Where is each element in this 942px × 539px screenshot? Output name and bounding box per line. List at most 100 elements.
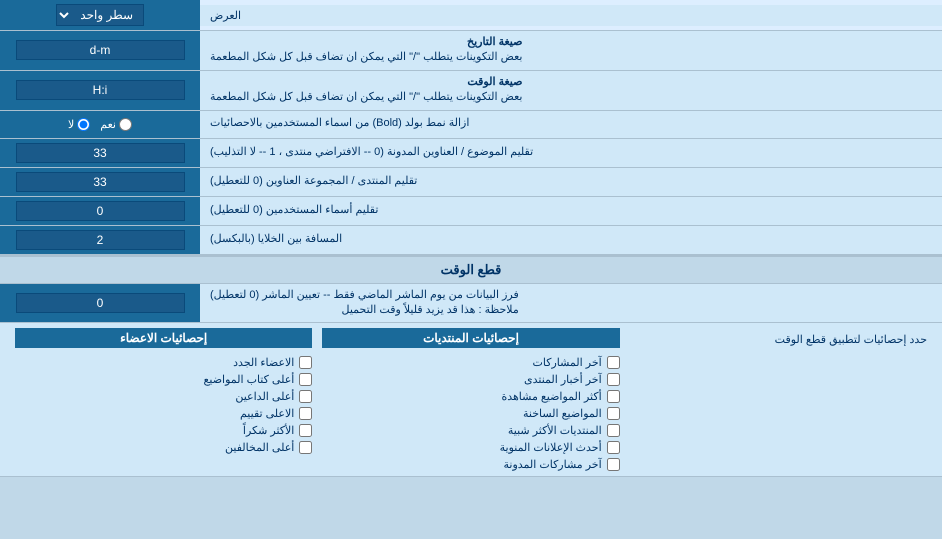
checkbox-most-similar[interactable] bbox=[607, 424, 620, 437]
cutoff-desc-line2: ملاحظة : هذا قد يزيد قليلاً وقت التحميل bbox=[210, 303, 519, 318]
bold-radio-row: ازالة نمط بولد (Bold) من اسماء المستخدمي… bbox=[0, 111, 942, 139]
cutoff-section-header: قطع الوقت bbox=[0, 255, 942, 284]
usernames-input[interactable] bbox=[16, 201, 185, 221]
stats-limit-label-area: حدد إحصائيات لتطبيق قطع الوقت bbox=[625, 328, 932, 346]
checkbox-item: آخر أخبار المنتدى bbox=[322, 373, 619, 386]
checkbox-label: الأكثر شكراً bbox=[243, 424, 294, 437]
checkbox-label: المواضيع الساخنة bbox=[523, 407, 602, 420]
checkboxes-col2: إحصائيات الاعضاء الاعضاء الجدد أعلى كتاب… bbox=[10, 328, 317, 454]
checkbox-item: آخر المشاركات bbox=[322, 356, 619, 369]
stats-limit-label: حدد إحصائيات لتطبيق قطع الوقت bbox=[630, 333, 927, 346]
checkbox-most-viewed[interactable] bbox=[607, 390, 620, 403]
radio-no-label[interactable]: لا bbox=[68, 118, 90, 131]
checkbox-label: أعلى المخالفين bbox=[225, 441, 294, 454]
checkbox-blog-posts[interactable] bbox=[607, 458, 620, 471]
checkbox-label: آخر مشاركات المدونة bbox=[504, 458, 602, 471]
cutoff-row: فرز البيانات من يوم الماشر الماضي فقط --… bbox=[0, 284, 942, 324]
bold-desc: ازالة نمط بولد (Bold) من اسماء المستخدمي… bbox=[200, 111, 942, 138]
checkbox-label: المنتديات الأكثر شبية bbox=[508, 424, 602, 437]
spacing-input[interactable] bbox=[16, 230, 185, 250]
cutoff-input[interactable] bbox=[16, 293, 185, 313]
date-format-input-container bbox=[0, 31, 200, 70]
forum-titles-label: تقليم المنتدى / المجموعة العناوين (0 للت… bbox=[210, 174, 417, 189]
checkbox-latest-announcements[interactable] bbox=[607, 441, 620, 454]
col2-header: إحصائيات الاعضاء bbox=[15, 328, 312, 348]
date-format-hint: بعض التكوينات يتطلب "/" التي يمكن ان تضا… bbox=[210, 50, 522, 65]
main-container: العرض سطر واحد سطرين ثلاثة أسطر صيغة الت… bbox=[0, 0, 942, 477]
checkboxes-col1: إحصائيات المنتديات آخر المشاركات آخر أخب… bbox=[317, 328, 624, 471]
checkbox-label: آخر المشاركات bbox=[533, 356, 602, 369]
usernames-row: تقليم أسماء المستخدمين (0 للتعطيل) bbox=[0, 197, 942, 226]
time-format-desc: صيغة الوقت بعض التكوينات يتطلب "/" التي … bbox=[200, 71, 942, 110]
checkbox-item: أكثر المواضيع مشاهدة bbox=[322, 390, 619, 403]
radio-no-text: لا bbox=[68, 118, 74, 131]
display-dropdown[interactable]: سطر واحد سطرين ثلاثة أسطر bbox=[56, 4, 144, 26]
checkbox-item: آخر مشاركات المدونة bbox=[322, 458, 619, 471]
checkbox-item: المواضيع الساخنة bbox=[322, 407, 619, 420]
checkbox-label: أعلى كتاب المواضيع bbox=[204, 373, 295, 386]
titles-label: تقليم الموضوع / العناوين المدونة (0 -- ا… bbox=[210, 145, 533, 160]
checkbox-new-members[interactable] bbox=[299, 356, 312, 369]
radio-yes-label[interactable]: نعم bbox=[100, 118, 132, 131]
checkbox-label: أحدث الإعلانات المنوية bbox=[500, 441, 602, 454]
date-format-desc: صيغة التاريخ بعض التكوينات يتطلب "/" الت… bbox=[200, 31, 942, 70]
top-row-left: سطر واحد سطرين ثلاثة أسطر bbox=[0, 0, 200, 30]
checkbox-item: أحدث الإعلانات المنوية bbox=[322, 441, 619, 454]
checkbox-label: آخر أخبار المنتدى bbox=[524, 373, 602, 386]
forum-titles-desc: تقليم المنتدى / المجموعة العناوين (0 للت… bbox=[200, 168, 942, 196]
checkbox-item: أعلى كتاب المواضيع bbox=[15, 373, 312, 386]
bold-radio-options: نعم لا bbox=[0, 111, 200, 138]
checkbox-item: الأكثر شكراً bbox=[15, 424, 312, 437]
date-format-input[interactable] bbox=[16, 40, 185, 60]
bold-label: ازالة نمط بولد (Bold) من اسماء المستخدمي… bbox=[210, 116, 469, 131]
top-row-right: العرض bbox=[200, 5, 942, 26]
checkbox-item: المنتديات الأكثر شبية bbox=[322, 424, 619, 437]
time-format-row: صيغة الوقت بعض التكوينات يتطلب "/" التي … bbox=[0, 71, 942, 111]
usernames-input-container bbox=[0, 197, 200, 225]
radio-yes-text: نعم bbox=[100, 118, 116, 131]
checkbox-label: الاعلى تقييم bbox=[240, 407, 294, 420]
label-ard: العرض bbox=[210, 9, 241, 22]
titles-input[interactable] bbox=[16, 143, 185, 163]
date-format-row: صيغة التاريخ بعض التكوينات يتطلب "/" الت… bbox=[0, 31, 942, 71]
col1-header: إحصائيات المنتديات bbox=[322, 328, 619, 348]
spacing-row: المسافة بين الخلايا (بالبكسل) bbox=[0, 226, 942, 255]
checkbox-item: الاعضاء الجدد bbox=[15, 356, 312, 369]
spacing-desc: المسافة بين الخلايا (بالبكسل) bbox=[200, 226, 942, 254]
radio-yes[interactable] bbox=[119, 118, 132, 131]
top-row: العرض سطر واحد سطرين ثلاثة أسطر bbox=[0, 0, 942, 31]
checkbox-label: أكثر المواضيع مشاهدة bbox=[501, 390, 601, 403]
cutoff-desc-line1: فرز البيانات من يوم الماشر الماضي فقط --… bbox=[210, 288, 519, 303]
checkbox-label: أعلى الداعين bbox=[235, 390, 294, 403]
checkbox-last-posts[interactable] bbox=[607, 356, 620, 369]
checkbox-top-writers[interactable] bbox=[299, 373, 312, 386]
cutoff-section-label: قطع الوقت bbox=[441, 262, 502, 278]
time-format-hint: بعض التكوينات يتطلب "/" التي يمكن ان تضا… bbox=[210, 90, 522, 105]
checkbox-item: أعلى الداعين bbox=[15, 390, 312, 403]
spacing-label: المسافة بين الخلايا (بالبكسل) bbox=[210, 232, 342, 247]
checkbox-top-rated[interactable] bbox=[299, 407, 312, 420]
date-format-title: صيغة التاريخ bbox=[210, 35, 522, 50]
checkbox-hot-topics[interactable] bbox=[607, 407, 620, 420]
time-format-title: صيغة الوقت bbox=[210, 75, 522, 90]
time-format-input-container bbox=[0, 71, 200, 110]
titles-row: تقليم الموضوع / العناوين المدونة (0 -- ا… bbox=[0, 139, 942, 168]
forum-titles-input-container bbox=[0, 168, 200, 196]
titles-input-container bbox=[0, 139, 200, 167]
checkbox-item: أعلى المخالفين bbox=[15, 441, 312, 454]
radio-no[interactable] bbox=[77, 118, 90, 131]
checkbox-item: الاعلى تقييم bbox=[15, 407, 312, 420]
forum-titles-row: تقليم المنتدى / المجموعة العناوين (0 للت… bbox=[0, 168, 942, 197]
checkbox-top-violators[interactable] bbox=[299, 441, 312, 454]
checkbox-most-thanked[interactable] bbox=[299, 424, 312, 437]
cutoff-input-container bbox=[0, 284, 200, 323]
spacing-input-container bbox=[0, 226, 200, 254]
checkbox-forum-news[interactable] bbox=[607, 373, 620, 386]
checkbox-label: الاعضاء الجدد bbox=[233, 356, 294, 369]
titles-desc: تقليم الموضوع / العناوين المدونة (0 -- ا… bbox=[200, 139, 942, 167]
forum-titles-input[interactable] bbox=[16, 172, 185, 192]
checkboxes-section: حدد إحصائيات لتطبيق قطع الوقت إحصائيات ا… bbox=[0, 323, 942, 477]
checkbox-top-inviters[interactable] bbox=[299, 390, 312, 403]
usernames-label: تقليم أسماء المستخدمين (0 للتعطيل) bbox=[210, 203, 378, 218]
time-format-input[interactable] bbox=[16, 80, 185, 100]
